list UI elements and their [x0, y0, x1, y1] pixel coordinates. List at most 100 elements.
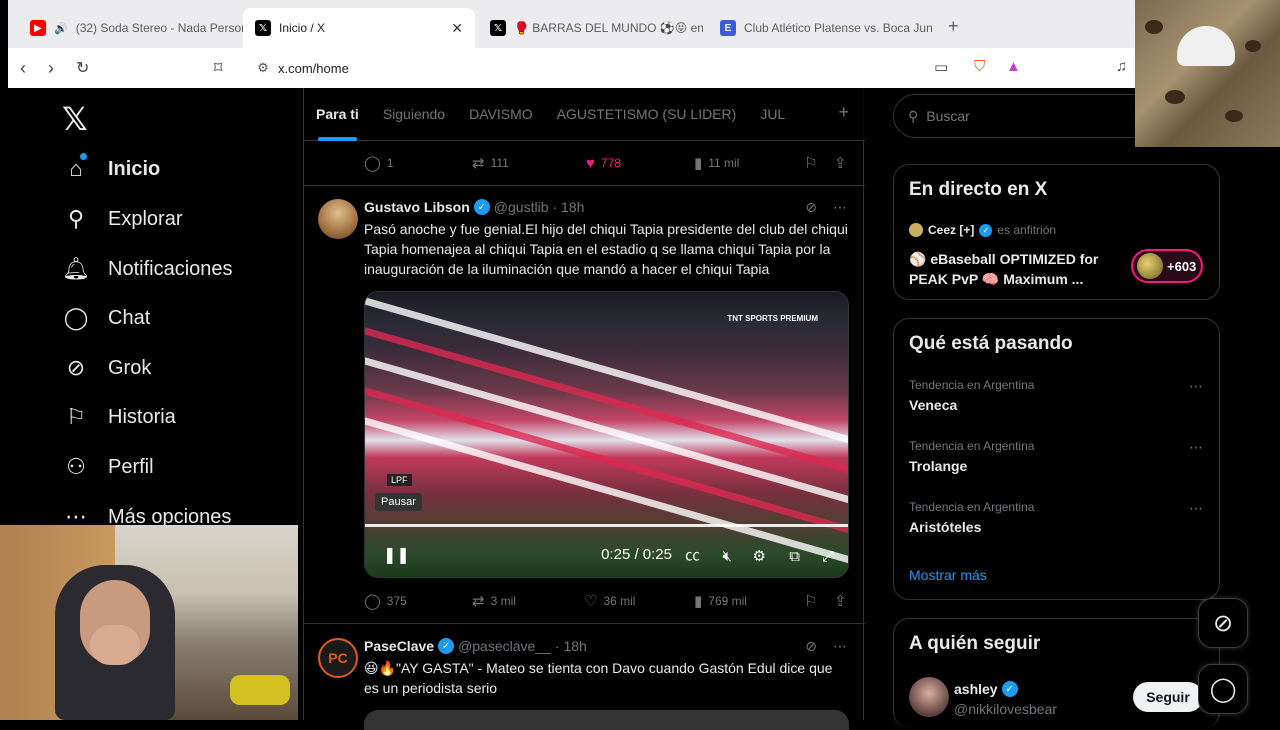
x-icon: 𝕏 — [255, 20, 271, 36]
settings-icon[interactable]: ⚙ — [753, 547, 766, 565]
trend-meta: Tendencia en Argentina — [909, 439, 1035, 453]
tab-para-ti[interactable]: Para ti — [304, 88, 371, 141]
site-settings-icon[interactable]: ⚙ — [248, 60, 278, 76]
repost-button[interactable]: ⇄ 111 — [472, 154, 509, 172]
repost-button[interactable]: ⇄ 3 mil — [472, 592, 516, 610]
follow-title: A quién seguir — [909, 633, 1041, 654]
reply-icon: ◯ — [364, 155, 381, 172]
mute-icon[interactable]: 🔇︎ — [723, 548, 732, 565]
browser-tab-platense[interactable]: E Club Atlético Platense vs. Boca Junior… — [708, 8, 933, 48]
tweet-time[interactable]: · 18h — [555, 638, 587, 654]
brave-rewards-icon[interactable]: ▲ — [1006, 58, 1021, 75]
tweet-time[interactable]: · 18h — [552, 199, 584, 215]
tab-davismo[interactable]: DAVISMO — [457, 88, 545, 141]
sidebar-item-explorar[interactable]: ⚲ Explorar — [62, 206, 183, 232]
browser-tab-youtube[interactable]: ▶ 🔊 (32) Soda Stereo - Nada Personal — [18, 8, 243, 48]
browser-tab-barras[interactable]: 𝕏 🥊 BARRAS DEL MUNDO ⚽😝 en — [478, 8, 703, 48]
pause-tooltip: Pausar — [375, 493, 422, 511]
tab-jul[interactable]: JUL — [748, 88, 797, 141]
tweet-text: 😆🔥"AY GASTA" - Mateo se tienta con Davo … — [364, 660, 833, 696]
follow-button[interactable]: Seguir — [1133, 682, 1203, 712]
sidebar-item-perfil[interactable]: ⚇ Perfil — [62, 454, 153, 480]
stadium-stripe — [365, 349, 848, 522]
url-field[interactable]: ⚙ x.com/home — [248, 54, 1048, 82]
trend-name[interactable]: Aristóteles — [909, 519, 981, 535]
share-button[interactable]: ⇪ — [834, 154, 847, 172]
fullscreen-icon[interactable]: ⤢ — [822, 548, 834, 565]
more-icon[interactable]: ⋯ — [833, 199, 847, 216]
grok-icon[interactable]: ⊘ — [805, 199, 817, 216]
stream-title[interactable]: ⚾ eBaseball OPTIMIZED for PEAK PvP 🧠 Max… — [909, 249, 1119, 289]
tweet-video[interactable]: TNT SPORTS PREMIUM LPF Pausar ❚❚ 0:25 / … — [364, 291, 849, 578]
more-icon[interactable]: ⋯ — [1189, 500, 1203, 517]
reply-button[interactable]: ◯ 1 — [364, 154, 393, 172]
sidebar-item-label: Historia — [108, 405, 176, 428]
cast-icon[interactable]: ▭ — [934, 58, 948, 76]
add-tab-icon[interactable]: + — [838, 102, 849, 123]
grok-icon[interactable]: ⊘ — [805, 638, 817, 655]
sidebar-item-notificaciones[interactable]: 🔔︎ Notificaciones — [62, 256, 232, 282]
bookmark-button[interactable]: ⚐ — [804, 154, 817, 172]
more-icon[interactable]: ⋯ — [1189, 439, 1203, 456]
live-listeners-badge[interactable]: +603 — [1131, 249, 1203, 283]
author-name[interactable]: PaseClave — [364, 638, 434, 654]
like-button[interactable]: ♡ 36 mil — [584, 592, 635, 610]
avatar[interactable]: PC — [318, 638, 358, 678]
live-host[interactable]: Ceez [+] ✓ es anfitrión — [909, 223, 1056, 237]
reply-count: 1 — [386, 156, 394, 170]
forward-icon[interactable]: › — [48, 58, 54, 79]
follow-user-name: ashley — [954, 681, 998, 697]
trend-name[interactable]: Trolange — [909, 458, 967, 474]
repost-count: 111 — [490, 156, 509, 170]
tweet-actions: ◯ 375 ⇄ 3 mil ♡ 36 mil ▮ 769 mil ⚐ ⇪ — [304, 579, 865, 623]
author-handle[interactable]: @gustlib — [494, 199, 549, 215]
captions-icon[interactable]: ㏄ — [685, 544, 700, 565]
close-icon[interactable]: ✕ — [451, 20, 463, 37]
tab-agustetismo[interactable]: AGUSTETISMO (SU LIDER) — [545, 88, 749, 141]
author-name[interactable]: Gustavo Libson — [364, 199, 470, 215]
bookmark-page-icon[interactable]: ⌑ — [214, 58, 222, 78]
repost-icon: ⇄ — [472, 155, 485, 172]
new-tab-button[interactable]: + — [948, 16, 959, 37]
chat-fab-button[interactable]: ◯ — [1198, 664, 1248, 714]
author-handle[interactable]: @paseclave__ — [458, 638, 551, 654]
tab-siguiendo[interactable]: Siguiendo — [371, 88, 457, 141]
pause-icon[interactable]: ❚❚ — [383, 545, 410, 565]
sidebar-item-historia[interactable]: ⚐ Historia — [62, 404, 176, 430]
bookmark-icon: ⚐ — [804, 593, 818, 610]
main-timeline: Para ti Siguiendo DAVISMO AGUSTETISMO (S… — [303, 88, 865, 730]
more-icon[interactable]: ⋯ — [833, 638, 847, 655]
views-button[interactable]: ▮ 11 mil — [694, 154, 739, 172]
trend-name[interactable]: Veneca — [909, 397, 957, 413]
x-logo-icon[interactable]: 𝕏 — [62, 100, 88, 138]
media-icon[interactable]: ♫ — [1116, 58, 1127, 75]
video-time: 0:25 / 0:25 — [601, 546, 672, 563]
share-button[interactable]: ⇪ — [834, 592, 847, 610]
video-progress[interactable] — [365, 524, 848, 527]
pip-icon[interactable]: ⧉ — [789, 548, 800, 565]
tab-label: DAVISMO — [469, 106, 533, 122]
follow-name[interactable]: ashley ✓ — [954, 681, 1018, 697]
search-input[interactable]: ⚲ Buscar — [893, 94, 1153, 138]
browser-tab-x-home[interactable]: 𝕏 Inicio / X ✕ — [243, 8, 475, 48]
reply-button[interactable]: ◯ 375 — [364, 592, 407, 610]
views-button[interactable]: ▮ 769 mil — [694, 592, 747, 610]
back-icon[interactable]: ‹ — [20, 58, 26, 79]
sidebar-item-inicio[interactable]: ⌂ Inicio — [62, 156, 160, 182]
more-icon[interactable]: ⋯ — [1189, 378, 1203, 395]
tweet-tools: ⊘ ⋯ — [805, 199, 847, 216]
search-placeholder: Buscar — [926, 108, 970, 124]
grok-fab-button[interactable]: ⊘ — [1198, 598, 1248, 648]
sidebar-item-chat[interactable]: ◯ Chat — [62, 305, 151, 331]
reload-icon[interactable]: ↻ — [76, 58, 89, 78]
sidebar-item-grok[interactable]: ⊘ Grok — [62, 355, 152, 381]
tweet-media-preview[interactable] — [364, 710, 849, 730]
show-more-link[interactable]: Mostrar más — [909, 567, 987, 583]
like-button[interactable]: ♥ 778 — [586, 155, 621, 172]
grok-icon: ⊘ — [66, 355, 86, 380]
bookmark-button[interactable]: ⚐ — [804, 592, 817, 610]
live-title: En directo en X — [909, 179, 1048, 200]
brave-shield-icon[interactable]: ⛉ — [974, 58, 985, 75]
avatar[interactable] — [909, 677, 949, 717]
avatar[interactable] — [318, 199, 358, 239]
